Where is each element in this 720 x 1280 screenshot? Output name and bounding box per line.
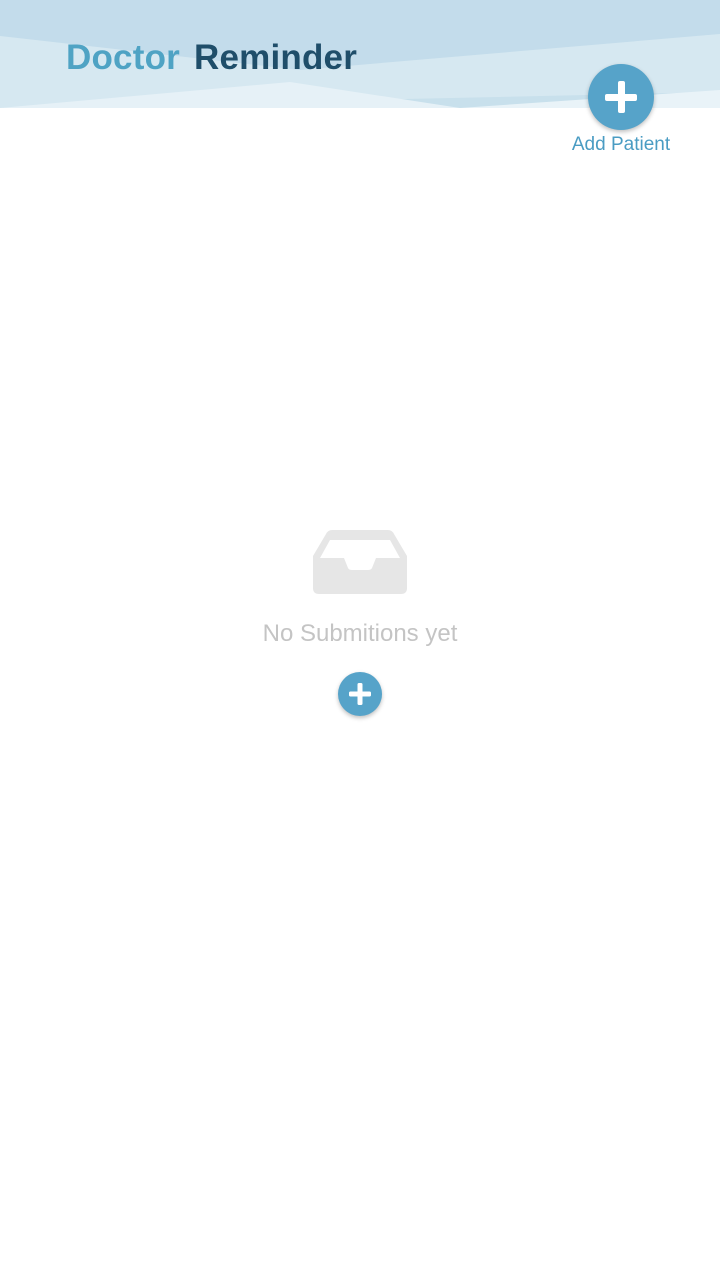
inbox-icon (313, 530, 407, 594)
add-patient-button[interactable]: Add Patient (564, 64, 678, 156)
empty-state-message: No Submitions yet (262, 620, 458, 647)
add-patient-label: Add Patient (571, 134, 671, 155)
app-title: Doctor Reminder (66, 38, 357, 78)
empty-state: No Submitions yet (0, 528, 720, 716)
app-screen: Doctor Reminder Add Patient No Submitions… (0, 0, 720, 1280)
plus-icon (605, 81, 637, 113)
add-patient-fab[interactable] (588, 64, 654, 130)
app-title-doctor: Doctor (66, 38, 180, 77)
app-title-reminder: Reminder (193, 38, 358, 77)
plus-icon (349, 683, 371, 705)
add-submission-button[interactable] (338, 672, 382, 716)
